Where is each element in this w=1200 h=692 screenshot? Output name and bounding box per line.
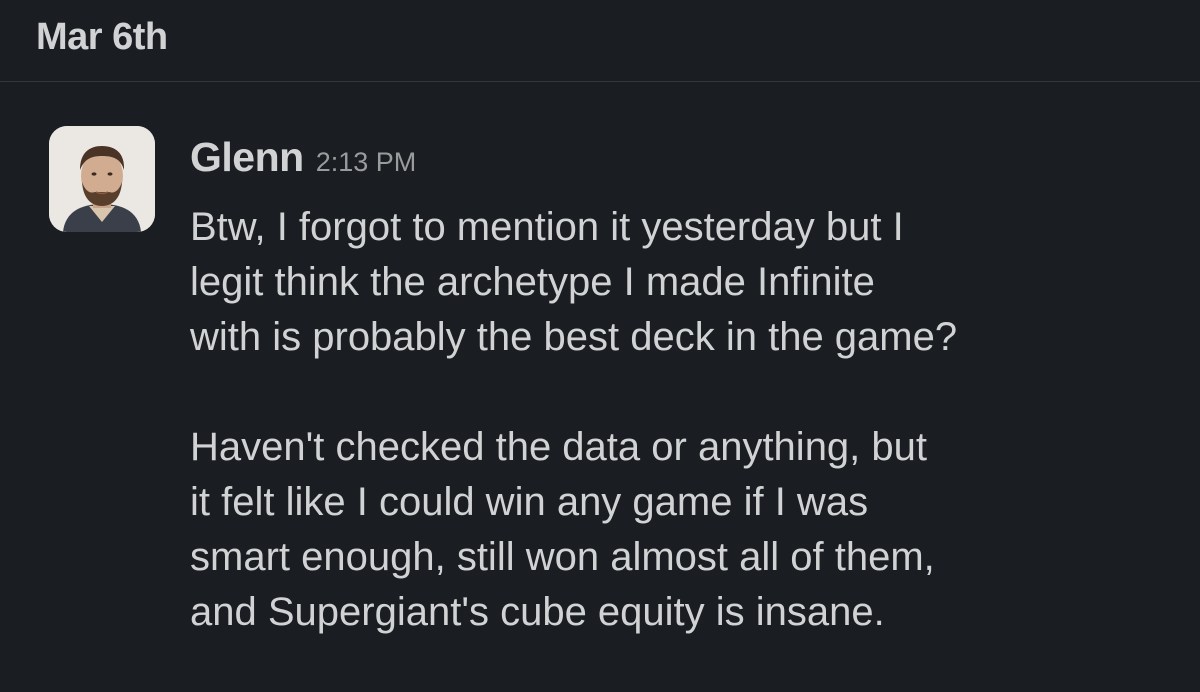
avatar-photo-icon: [49, 126, 155, 232]
message-line: it felt like I could win any game if I w…: [190, 480, 869, 524]
date-divider: Mar 6th: [0, 0, 1200, 82]
message-line: and Supergiant's cube equity is insane.: [190, 590, 885, 634]
message-line: legit think the archetype I made Infinit…: [190, 260, 875, 304]
message-header: Glenn 2:13 PM: [190, 134, 416, 181]
date-label[interactable]: Mar 6th: [36, 16, 168, 59]
message-item[interactable]: Glenn 2:13 PM Btw, I forgot to mention it…: [0, 82, 1200, 692]
avatar[interactable]: [49, 126, 155, 232]
message-line: Btw, I forgot to mention it yesterday bu…: [190, 205, 904, 249]
sender-name[interactable]: Glenn: [190, 134, 304, 180]
message-timestamp[interactable]: 2:13 PM: [316, 147, 417, 177]
message-body: Btw, I forgot to mention it yesterday bu…: [190, 200, 1190, 640]
message-line: smart enough, still won almost all of th…: [190, 535, 935, 579]
message-line: Haven't checked the data or anything, bu…: [190, 425, 928, 469]
message-line: with is probably the best deck in the ga…: [190, 315, 958, 359]
